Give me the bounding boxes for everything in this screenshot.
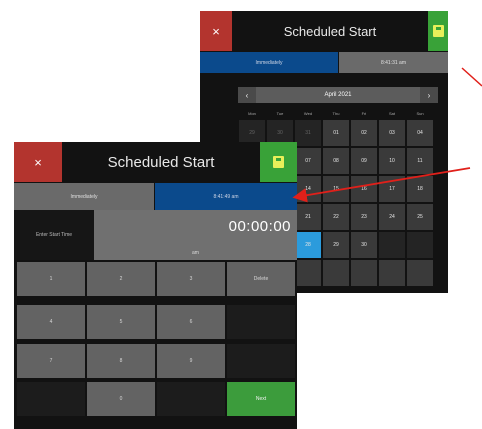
key-7[interactable]: 7 <box>17 344 85 378</box>
keypad-blank <box>227 344 295 378</box>
key-2[interactable]: 2 <box>87 262 155 296</box>
calendar-day <box>379 232 405 258</box>
save-button[interactable] <box>260 142 297 182</box>
chevron-left-icon: ‹ <box>245 90 249 100</box>
keypad-blank <box>17 382 85 416</box>
start-time-value: 00:00:00 <box>228 218 291 235</box>
next-button[interactable]: Next <box>227 382 295 416</box>
callout-line-top <box>461 67 482 87</box>
weekday-wed: Wed <box>303 110 313 116</box>
time-entry-screen: × Scheduled Start Immediately 8:41:49 am… <box>14 142 297 429</box>
save-icon <box>273 156 284 168</box>
calendar-day[interactable]: 24 <box>379 204 405 230</box>
calendar-day[interactable]: 23 <box>351 204 377 230</box>
key-9[interactable]: 9 <box>157 344 225 378</box>
calendar-day[interactable]: 17 <box>379 176 405 202</box>
calendar-day <box>351 260 377 286</box>
calendar-day-selected[interactable]: 28 <box>295 232 321 258</box>
close-button[interactable]: × <box>200 11 232 51</box>
calendar-day[interactable]: 16 <box>351 176 377 202</box>
close-icon: × <box>212 23 220 39</box>
start-time-field[interactable]: 00:00:00 am <box>94 210 297 260</box>
close-button[interactable]: × <box>14 142 62 182</box>
calendar-day[interactable]: 15 <box>323 176 349 202</box>
key-3[interactable]: 3 <box>157 262 225 296</box>
calendar-day[interactable]: 25 <box>407 204 433 230</box>
close-icon: × <box>34 154 42 170</box>
tab-scheduled-time[interactable]: 8:41:31 am <box>339 52 448 73</box>
key-4[interactable]: 4 <box>17 305 85 339</box>
tab-immediately[interactable]: Immediately <box>14 183 154 210</box>
weekday-sat: Sat <box>388 110 395 116</box>
calendar-day[interactable]: 02 <box>351 120 377 146</box>
calendar-day[interactable]: 31 <box>295 120 321 146</box>
calendar-day[interactable]: 18 <box>407 176 433 202</box>
calendar-day[interactable]: 10 <box>379 148 405 174</box>
calendar-month-nav: ‹ April 2021 › <box>238 87 438 103</box>
key-8[interactable]: 8 <box>87 344 155 378</box>
save-icon <box>432 25 444 37</box>
calendar-day <box>323 260 349 286</box>
keypad-blank <box>227 305 295 339</box>
weekday-fri: Fri <box>361 110 367 116</box>
calendar-day[interactable]: 11 <box>407 148 433 174</box>
calendar-day[interactable]: 22 <box>323 204 349 230</box>
tab-scheduled-time[interactable]: 8:41:49 am <box>155 183 297 210</box>
calendar-day <box>407 232 433 258</box>
key-1[interactable]: 1 <box>17 262 85 296</box>
delete-button[interactable]: Delete <box>227 262 295 296</box>
prev-month-button[interactable]: ‹ <box>238 87 256 103</box>
calendar-day[interactable]: 03 <box>379 120 405 146</box>
tab-immediately[interactable]: Immediately <box>200 52 338 73</box>
calendar-day[interactable]: 08 <box>323 148 349 174</box>
am-pm-indicator[interactable]: am <box>94 250 297 256</box>
key-6[interactable]: 6 <box>157 305 225 339</box>
weekday-header: Mon Tue Wed Thu Fri Sat Sun <box>238 107 438 119</box>
calendar-day <box>295 260 321 286</box>
calendar-month-label: April 2021 <box>324 92 352 98</box>
calendar-day[interactable]: 14 <box>295 176 321 202</box>
save-button[interactable] <box>428 11 448 51</box>
calendar-day[interactable]: 01 <box>323 120 349 146</box>
chevron-right-icon: › <box>427 90 431 100</box>
screen-title: Scheduled Start <box>107 153 215 171</box>
calendar-day <box>379 260 405 286</box>
weekday-thu: Thu <box>332 110 340 116</box>
key-0[interactable]: 0 <box>87 382 155 416</box>
weekday-tue: Tue <box>276 110 284 116</box>
calendar-day[interactable]: 21 <box>295 204 321 230</box>
calendar-day[interactable]: 29 <box>323 232 349 258</box>
calendar-day[interactable]: 04 <box>407 120 433 146</box>
calendar-day[interactable]: 09 <box>351 148 377 174</box>
key-5[interactable]: 5 <box>87 305 155 339</box>
next-month-button[interactable]: › <box>420 87 438 103</box>
calendar-day[interactable]: 30 <box>351 232 377 258</box>
start-time-label: Enter Start Time <box>14 210 94 260</box>
calendar-day <box>407 260 433 286</box>
keypad-blank <box>157 382 225 416</box>
weekday-mon: Mon <box>248 110 256 116</box>
calendar-day[interactable]: 07 <box>295 148 321 174</box>
weekday-sun: Sun <box>416 110 424 116</box>
screen-title: Scheduled Start <box>283 23 377 39</box>
